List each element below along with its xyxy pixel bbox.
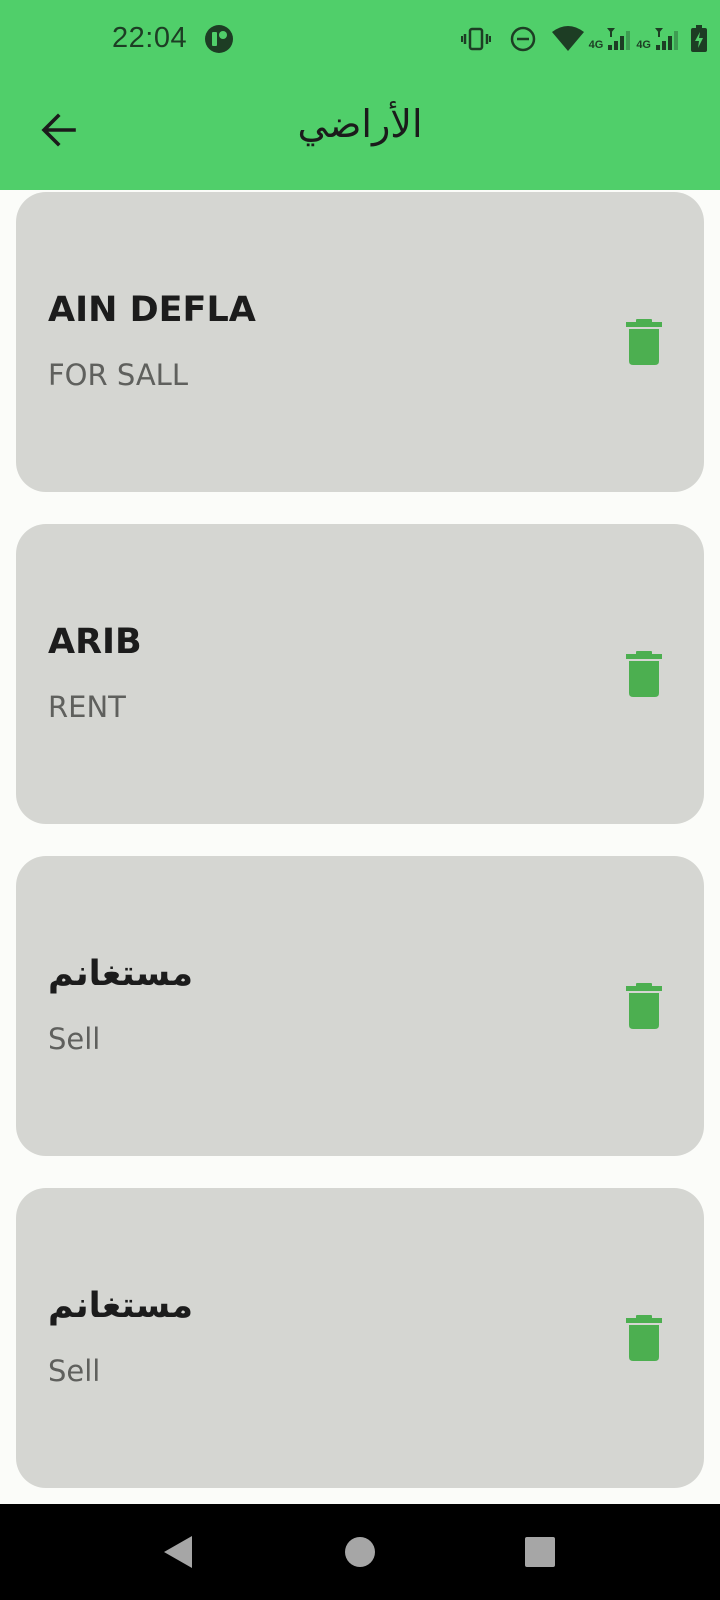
land-card[interactable]: ARIB RENT bbox=[16, 524, 704, 824]
status-time: 22:04 bbox=[112, 22, 188, 54]
nav-home-button[interactable] bbox=[340, 1532, 380, 1572]
land-title: ARIB bbox=[48, 622, 142, 662]
land-card[interactable]: مستغانم Sell bbox=[16, 1188, 704, 1488]
land-card[interactable]: AIN DEFLA FOR SALL bbox=[16, 192, 704, 492]
land-list: AIN DEFLA FOR SALL ARIB RENT مستغانم Sel… bbox=[16, 192, 704, 1520]
app-notification-icon bbox=[204, 24, 234, 54]
land-title: مستغانم bbox=[48, 954, 194, 994]
recents-square-icon bbox=[525, 1537, 555, 1567]
wifi-icon bbox=[551, 26, 585, 52]
app-bar: الأراضي bbox=[0, 78, 720, 190]
vibrate-icon bbox=[460, 27, 491, 51]
navigation-bar bbox=[0, 1504, 720, 1600]
land-type: RENT bbox=[48, 690, 126, 724]
signal-4g-2-icon: 4G bbox=[636, 27, 682, 51]
land-title: AIN DEFLA bbox=[48, 290, 256, 330]
land-card[interactable]: مستغانم Sell bbox=[16, 856, 704, 1156]
back-triangle-icon bbox=[164, 1536, 192, 1568]
trash-icon bbox=[626, 983, 662, 1029]
trash-icon bbox=[626, 1315, 662, 1361]
delete-button[interactable] bbox=[616, 642, 672, 706]
nav-recents-button[interactable] bbox=[520, 1532, 560, 1572]
delete-button[interactable] bbox=[616, 974, 672, 1038]
page-title: الأراضي bbox=[297, 102, 423, 146]
land-type: Sell bbox=[48, 1022, 101, 1056]
land-title: مستغانم bbox=[48, 1286, 194, 1326]
do-not-disturb-icon bbox=[509, 25, 537, 53]
trash-icon bbox=[626, 319, 662, 365]
delete-button[interactable] bbox=[616, 1306, 672, 1370]
status-icons: 4G 4G bbox=[460, 22, 708, 56]
signal-4g-1-icon: 4G bbox=[589, 27, 635, 51]
land-type: FOR SALL bbox=[48, 358, 188, 392]
nav-back-button[interactable] bbox=[160, 1532, 200, 1572]
status-bar: 22:04 4G 4G bbox=[0, 0, 720, 78]
battery-charging-icon bbox=[690, 25, 708, 53]
home-circle-icon bbox=[345, 1537, 375, 1567]
delete-button[interactable] bbox=[616, 310, 672, 374]
trash-icon bbox=[626, 651, 662, 697]
land-type: Sell bbox=[48, 1354, 101, 1388]
